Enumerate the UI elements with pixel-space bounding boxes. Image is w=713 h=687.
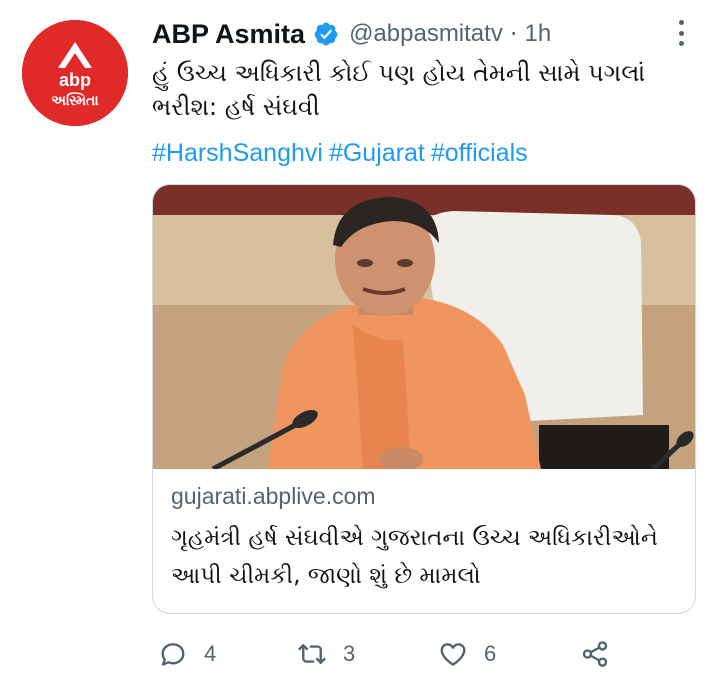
- card-image[interactable]: [153, 185, 695, 469]
- verified-badge-icon: [313, 21, 339, 47]
- logo-subtext: અસ્મિતા: [51, 92, 99, 109]
- reply-button[interactable]: 4: [158, 634, 216, 674]
- tweet-text: હું ઉચ્ચ અધિકારી કોઈ પણ હોય તેમની સામે પ…: [152, 59, 646, 121]
- like-count: 6: [484, 641, 497, 666]
- hashtags: #HarshSanghvi #Gujarat #officials: [152, 136, 534, 170]
- reply-count: 4: [204, 641, 217, 666]
- user-handle[interactable]: @abpasmitatv: [349, 20, 503, 48]
- card-domain: gujarati.abplive.com: [171, 483, 376, 509]
- more-options-icon[interactable]: [672, 18, 690, 48]
- heart-icon: [440, 643, 466, 666]
- card-title: ગૃહમંત્રી હર્ષ સંઘવીએ ગુજરાતના ઉચ્ચ અધિક…: [171, 525, 658, 589]
- retweet-icon: [298, 644, 326, 664]
- timestamp[interactable]: 1h: [524, 20, 551, 48]
- tweet-header: ABP Asmita @abpasmitatv · 1h: [152, 14, 682, 54]
- reply-icon: [161, 643, 185, 666]
- abp-asmita-logo: abp અસ્મિતા: [22, 20, 128, 126]
- avatar[interactable]: abp અસ્મિતા: [22, 20, 128, 126]
- share-icon: [582, 641, 608, 667]
- share-button[interactable]: [580, 634, 610, 674]
- link-preview-card[interactable]: gujarati.abplive.com ગૃહમંત્રી હર્ષ સંઘવ…: [152, 184, 696, 614]
- retweet-button[interactable]: 3: [297, 634, 355, 674]
- hashtag-link[interactable]: #officials: [431, 139, 528, 167]
- like-button[interactable]: 6: [438, 634, 496, 674]
- hashtag-link[interactable]: #HarshSanghvi: [152, 139, 323, 167]
- hashtag-link[interactable]: #Gujarat: [329, 139, 425, 167]
- separator-dot: ·: [509, 20, 518, 48]
- display-name[interactable]: ABP Asmita: [152, 19, 305, 50]
- logo-text: abp: [59, 70, 91, 90]
- tweet-actions: 4 3 6: [152, 634, 632, 674]
- retweet-count: 3: [343, 641, 356, 666]
